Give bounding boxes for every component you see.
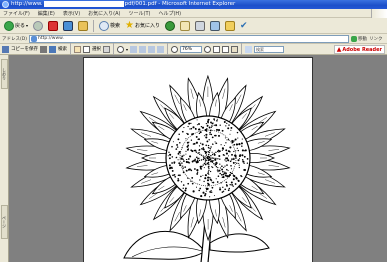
- redacted-url-block: [43, 0, 124, 7]
- menu-file[interactable]: ファイル(F): [3, 10, 30, 17]
- history-icon: [165, 20, 176, 31]
- pdf-document-area[interactable]: [9, 55, 387, 262]
- find-input[interactable]: 検索: [254, 45, 285, 53]
- navigation-toolbar: 戻る ▾ 検索 ★ お気に入り ✔: [0, 18, 387, 34]
- back-button-label: 戻る: [15, 23, 26, 29]
- first-page-icon[interactable]: [130, 45, 138, 53]
- menu-bar: ファイル(F) 編集(E) 表示(V) お気に入り(A) ツール(T) ヘルプ(…: [0, 9, 387, 18]
- select-tool-icon[interactable]: [83, 45, 90, 53]
- back-arrow-icon: [4, 20, 14, 31]
- next-page-icon[interactable]: [148, 45, 156, 53]
- refresh-icon: [63, 20, 74, 31]
- adobe-reader-badge[interactable]: ▲ Adobe Reader: [333, 45, 385, 54]
- menu-tools[interactable]: ツール(T): [129, 10, 151, 17]
- page-icon: [30, 35, 37, 42]
- messenger-button[interactable]: ✔: [239, 19, 249, 32]
- window-title-suffix: pdf/001.pdf - Microsoft Internet Explore…: [124, 1, 236, 7]
- mail-icon: [180, 20, 191, 31]
- save-copy-button[interactable]: コピーを保存: [11, 46, 38, 52]
- windows-logo-icon: [371, 9, 387, 18]
- internet-explorer-icon: [2, 1, 9, 8]
- save-icon: [2, 45, 9, 53]
- chevron-down-icon: ▾: [26, 23, 29, 28]
- pdf-search-icon[interactable]: [49, 45, 56, 53]
- pdf-navigation-panel: しおり ページ: [0, 55, 9, 262]
- bookmarks-tab[interactable]: しおり: [1, 59, 8, 89]
- favorites-button[interactable]: ★ お気に入り: [124, 19, 161, 32]
- print-pdf-icon[interactable]: [40, 45, 47, 53]
- edit-button[interactable]: [209, 19, 221, 32]
- forward-arrow-icon: [33, 20, 44, 31]
- go-arrow-icon: [350, 35, 357, 42]
- previous-page-icon[interactable]: [139, 45, 147, 53]
- history-button[interactable]: [164, 19, 176, 32]
- home-icon: [78, 20, 89, 31]
- fit-page-icon[interactable]: [213, 45, 221, 53]
- sunflower-drawing: [123, 74, 291, 262]
- pdf-search-button[interactable]: 検索: [58, 46, 67, 52]
- menu-help[interactable]: ヘルプ(H): [158, 10, 181, 17]
- adobe-reader-label: Adobe Reader: [342, 46, 382, 53]
- folder-icon: [225, 20, 236, 31]
- address-label: アドレス(D): [2, 36, 27, 42]
- mail-button[interactable]: [179, 19, 191, 32]
- links-label[interactable]: リンク: [369, 36, 383, 42]
- bookmarks-tab-label: しおり: [2, 68, 7, 80]
- address-bar: アドレス(D) http://www. 移動 リンク: [0, 34, 387, 44]
- address-input[interactable]: http://www.: [28, 34, 349, 43]
- refresh-button[interactable]: [62, 19, 74, 32]
- zoom-in-icon[interactable]: [117, 45, 124, 53]
- snapshot-icon[interactable]: [103, 45, 110, 53]
- go-button-label: 移動: [357, 36, 367, 42]
- stop-button[interactable]: [47, 19, 59, 32]
- pdf-toolbar-separator: [70, 43, 71, 55]
- toolbar-separator: [93, 19, 95, 32]
- menu-favorites[interactable]: お気に入り(A): [88, 10, 120, 17]
- edit-icon: [210, 20, 221, 31]
- window-title-bar: http://www. pdf/001.pdf - Microsoft Inter…: [0, 0, 387, 9]
- menu-view[interactable]: 表示(V): [63, 10, 80, 17]
- fit-width-icon[interactable]: [222, 45, 230, 53]
- pdf-toolbar: コピーを保存 検索 選択 ▾ 76% 検索 ▲ Adobe Reader: [0, 43, 387, 55]
- search-button[interactable]: 検索: [98, 19, 121, 32]
- pages-tab-label: ページ: [2, 216, 7, 228]
- print-icon: [195, 20, 206, 31]
- window-title-prefix: http://www.: [11, 1, 43, 7]
- stop-icon: [48, 20, 59, 31]
- pdf-toolbar-separator: [113, 43, 114, 55]
- rotate-icon[interactable]: [231, 45, 239, 53]
- help-icon[interactable]: [245, 45, 253, 53]
- forward-button[interactable]: [32, 19, 44, 32]
- pdf-toolbar-separator: [241, 43, 243, 55]
- go-button[interactable]: 移動: [350, 35, 367, 42]
- back-button[interactable]: 戻る ▾: [3, 19, 29, 32]
- adobe-logo-icon: ▲: [336, 46, 342, 53]
- home-button[interactable]: [77, 19, 89, 32]
- pdf-toolbar-separator: [167, 43, 169, 55]
- search-icon: [99, 20, 110, 31]
- star-icon: ★: [125, 19, 135, 31]
- zoom-level-field[interactable]: 76%: [180, 45, 203, 53]
- favorites-button-label: お気に入り: [135, 23, 161, 29]
- address-value: http://www.: [37, 36, 64, 41]
- select-tool-label[interactable]: 選択: [92, 46, 101, 52]
- search-button-label: 検索: [110, 23, 121, 29]
- folder-button[interactable]: [224, 19, 236, 32]
- zoom-in-plus-icon[interactable]: [204, 45, 212, 53]
- zoom-out-icon[interactable]: [171, 45, 179, 53]
- print-button[interactable]: [194, 19, 206, 32]
- chevron-down-icon[interactable]: ▾: [126, 47, 128, 52]
- pages-tab[interactable]: ページ: [1, 205, 8, 239]
- last-page-icon[interactable]: [157, 45, 165, 53]
- hand-tool-icon[interactable]: [74, 45, 81, 53]
- tools-icon: ✔: [240, 20, 248, 31]
- menu-edit[interactable]: 編集(E): [38, 10, 55, 17]
- pdf-page: [83, 57, 313, 262]
